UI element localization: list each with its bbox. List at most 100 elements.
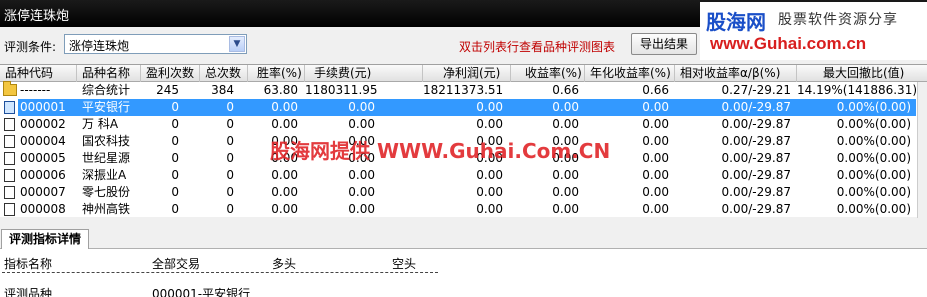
cell-fee: 0.00 bbox=[348, 117, 375, 131]
cell-relative: 0.00/-29.87 bbox=[721, 100, 791, 114]
cell-profit: 0.00 bbox=[476, 117, 503, 131]
cell-wins: 0 bbox=[171, 117, 179, 131]
cell-relative: 0.00/-29.87 bbox=[721, 151, 791, 165]
cell-annual: 0.00 bbox=[642, 185, 669, 199]
detail-header-all: 全部交易 bbox=[152, 257, 201, 271]
cell-name: 深振业A bbox=[82, 168, 127, 182]
detail-tab-bar bbox=[0, 219, 927, 249]
document-icon bbox=[4, 118, 15, 131]
cell-total: 0 bbox=[226, 168, 234, 182]
cell-profit: 0.00 bbox=[476, 168, 503, 182]
vertical-scrollbar[interactable] bbox=[917, 82, 927, 218]
cell-total: 384 bbox=[211, 83, 234, 97]
cell-wins: 0 bbox=[171, 185, 179, 199]
cell-return: 0.66 bbox=[552, 83, 579, 97]
col-header-return[interactable]: 收益率(%) bbox=[511, 65, 585, 82]
col-header-profit[interactable]: 净利润(元) bbox=[423, 65, 511, 82]
col-header-code[interactable]: 品种代码 bbox=[0, 65, 77, 82]
cell-relative: 0.00/-29.87 bbox=[721, 202, 791, 216]
cell-total: 0 bbox=[226, 185, 234, 199]
folder-icon bbox=[3, 81, 17, 96]
cell-fee: 1180311.95 bbox=[305, 83, 378, 97]
cell-winrate: 0.00 bbox=[271, 168, 298, 182]
cell-wins: 0 bbox=[171, 168, 179, 182]
col-header-drawdown[interactable]: 最大回撤比(值) bbox=[797, 65, 917, 82]
document-icon bbox=[4, 152, 15, 165]
double-click-hint: 双击列表行查看品种评测图表 bbox=[459, 40, 616, 54]
condition-label: 评测条件: bbox=[4, 40, 57, 54]
col-header-wins[interactable]: 盈利次数 bbox=[141, 65, 200, 82]
cell-relative: 0.27/-29.21 bbox=[721, 83, 791, 97]
detail-divider bbox=[2, 272, 438, 273]
cell-wins: 0 bbox=[171, 151, 179, 165]
window-title: 涨停连珠炮 bbox=[4, 9, 70, 24]
cell-drawdown: 0.00%(0.00) bbox=[836, 117, 911, 131]
table-header: 品种代码 品种名称 盈利次数 总次数 胜率(%) 手续费(元) 净利润(元) 收… bbox=[0, 65, 927, 82]
cell-annual: 0.00 bbox=[642, 100, 669, 114]
cell-drawdown: 0.00%(0.00) bbox=[836, 100, 911, 114]
document-icon bbox=[4, 135, 15, 148]
cell-name: 综合统计 bbox=[82, 83, 131, 97]
table-row[interactable]: 000007 零七股份 0 0 0.00 0.00 0.00 0.00 0.00… bbox=[0, 184, 927, 201]
document-icon bbox=[4, 186, 15, 199]
table-row[interactable]: ------- 综合统计 245 384 63.80 1180311.95 18… bbox=[0, 81, 927, 99]
cell-drawdown: 0.00%(0.00) bbox=[836, 202, 911, 216]
cell-return: 0.00 bbox=[552, 100, 579, 114]
cell-wins: 0 bbox=[171, 202, 179, 216]
cell-return: 0.00 bbox=[552, 185, 579, 199]
condition-select[interactable]: 涨停连珠炮 ▼ bbox=[64, 34, 247, 54]
detail-row-name: 评测品种 bbox=[4, 287, 53, 297]
document-icon bbox=[4, 169, 15, 182]
cell-wins: 0 bbox=[171, 134, 179, 148]
col-header-annual[interactable]: 年化收益率(%) bbox=[585, 65, 675, 82]
cell-name: 国农科技 bbox=[82, 134, 131, 148]
cell-annual: 0.00 bbox=[642, 202, 669, 216]
table-row[interactable]: 000002 万 科A 0 0 0.00 0.00 0.00 0.00 0.00… bbox=[0, 116, 927, 133]
cell-code: 000005 bbox=[20, 151, 66, 165]
cell-drawdown: 0.00%(0.00) bbox=[836, 151, 911, 165]
col-header-name[interactable]: 品种名称 bbox=[77, 65, 141, 82]
cell-profit: 18211373.51 bbox=[423, 83, 504, 97]
cell-relative: 0.00/-29.87 bbox=[721, 117, 791, 131]
cell-drawdown: 0.00%(0.00) bbox=[836, 168, 911, 182]
detail-row-all: 000001-平安银行 bbox=[152, 287, 251, 297]
cell-fee: 0.00 bbox=[348, 185, 375, 199]
cell-relative: 0.00/-29.87 bbox=[721, 168, 791, 182]
cell-code: 000004 bbox=[20, 134, 66, 148]
cell-total: 0 bbox=[226, 134, 234, 148]
col-header-relative[interactable]: 相对收益率α/β(%) bbox=[675, 65, 797, 82]
table-row[interactable]: 000001 平安银行 0 0 0.00 0.00 0.00 0.00 0.00… bbox=[0, 99, 927, 116]
detail-header-short: 空头 bbox=[392, 257, 417, 271]
cell-code: ------- bbox=[20, 83, 51, 97]
cell-fee: 0.00 bbox=[348, 100, 375, 114]
cell-code: 000007 bbox=[20, 185, 66, 199]
cell-name: 神州高铁 bbox=[82, 202, 131, 216]
cell-winrate: 0.00 bbox=[271, 100, 298, 114]
cell-annual: 0.00 bbox=[642, 168, 669, 182]
cell-total: 0 bbox=[226, 202, 234, 216]
cell-profit: 0.00 bbox=[476, 202, 503, 216]
condition-select-value: 涨停连珠炮 bbox=[69, 39, 130, 53]
cell-wins: 0 bbox=[171, 100, 179, 114]
tab-indicator-detail[interactable]: 评测指标详情 bbox=[1, 229, 89, 249]
export-button[interactable]: 导出结果 bbox=[631, 33, 697, 55]
col-header-total[interactable]: 总次数 bbox=[200, 65, 248, 82]
detail-header-long: 多头 bbox=[272, 257, 297, 271]
col-header-winrate[interactable]: 胜率(%) bbox=[248, 65, 305, 82]
document-icon bbox=[4, 203, 15, 216]
cell-relative: 0.00/-29.87 bbox=[721, 185, 791, 199]
chevron-down-icon[interactable]: ▼ bbox=[229, 36, 245, 52]
cell-annual: 0.00 bbox=[642, 117, 669, 131]
cell-return: 0.00 bbox=[552, 202, 579, 216]
col-header-fee[interactable]: 手续费(元) bbox=[305, 65, 423, 82]
table-row[interactable]: 000008 神州高铁 0 0 0.00 0.00 0.00 0.00 0.00… bbox=[0, 201, 927, 218]
table-row[interactable]: 000006 深振业A 0 0 0.00 0.00 0.00 0.00 0.00… bbox=[0, 167, 927, 184]
cell-return: 0.00 bbox=[552, 117, 579, 131]
cell-profit: 0.00 bbox=[476, 100, 503, 114]
document-icon bbox=[4, 101, 15, 114]
brand-slogan: 股票软件资源分享 bbox=[778, 12, 898, 28]
cell-total: 0 bbox=[226, 117, 234, 131]
cell-drawdown: 14.19%(141886.31) bbox=[797, 83, 918, 97]
cell-wins: 245 bbox=[156, 83, 179, 97]
cell-fee: 0.00 bbox=[348, 202, 375, 216]
